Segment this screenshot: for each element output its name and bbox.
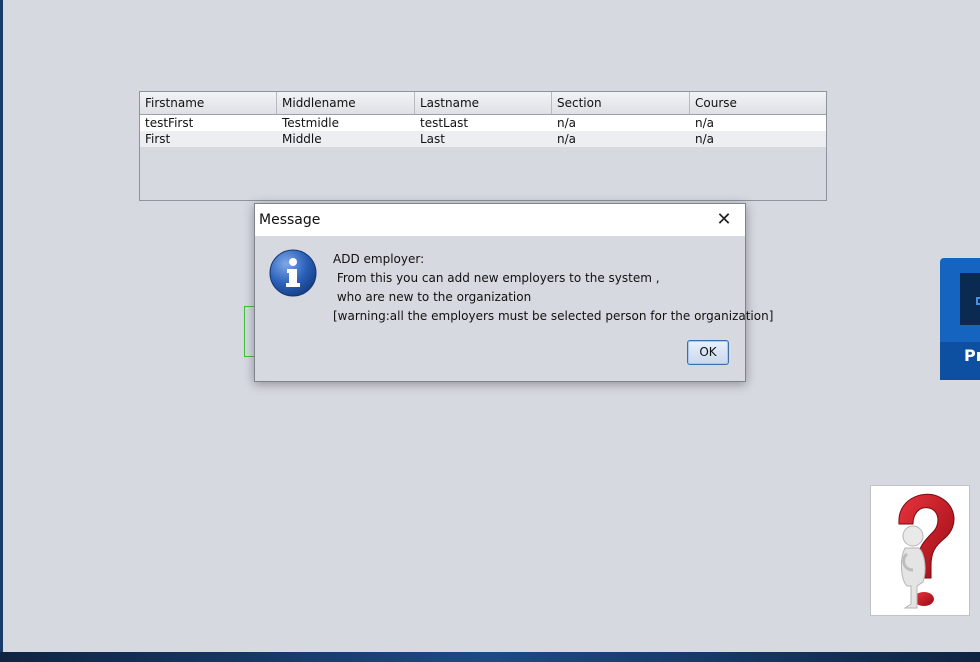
cell-section: n/a	[557, 116, 577, 130]
column-header-course[interactable]: Course	[690, 92, 826, 114]
column-header-middlename[interactable]: Middlename	[277, 92, 415, 114]
cell-firstname: testFirst	[145, 116, 194, 130]
info-icon	[269, 249, 317, 297]
table-row[interactable]: First Middle Last n/a n/a	[140, 131, 826, 147]
cell-lastname: testLast	[420, 116, 469, 130]
close-button[interactable]: ✕	[703, 204, 745, 236]
cell-course: n/a	[695, 132, 715, 146]
taskbar	[0, 652, 980, 662]
column-header-firstname[interactable]: Firstname	[140, 92, 277, 114]
cell-course: n/a	[695, 116, 715, 130]
dialog-message: ADD employer: From this you can add new …	[333, 250, 773, 326]
message-line: ADD employer:	[333, 252, 425, 266]
table-header: Firstname Middlename Lastname Section Co…	[140, 92, 826, 115]
dialog-titlebar[interactable]: Message ✕	[255, 204, 745, 236]
close-icon: ✕	[716, 209, 732, 230]
table-row[interactable]: testFirst Testmidle testLast n/a n/a	[140, 115, 826, 131]
column-header-lastname[interactable]: Lastname	[415, 92, 552, 114]
side-tile-label: Pr	[964, 346, 980, 365]
cell-middlename: Testmidle	[282, 116, 339, 130]
cell-lastname: Last	[420, 132, 445, 146]
message-dialog: Message ✕ ADD employer: From this you ca…	[254, 203, 773, 382]
side-nav-tile[interactable]: Pr	[940, 258, 980, 380]
side-tile-icon	[960, 273, 980, 325]
cell-middlename: Middle	[282, 132, 322, 146]
message-line: who are new to the organization	[333, 290, 532, 304]
cell-firstname: First	[145, 132, 171, 146]
message-line: From this you can add new employers to t…	[333, 271, 660, 285]
cell-section: n/a	[557, 132, 577, 146]
window-left-edge	[0, 0, 3, 662]
employees-table[interactable]: Firstname Middlename Lastname Section Co…	[139, 91, 827, 201]
ok-button[interactable]: OK	[687, 340, 729, 365]
help-button[interactable]	[870, 485, 970, 616]
dialog-title: Message	[259, 212, 321, 228]
column-header-section[interactable]: Section	[552, 92, 690, 114]
question-mark-figure-icon	[898, 493, 955, 609]
message-line: [warning:all the employers must be selec…	[333, 309, 774, 323]
